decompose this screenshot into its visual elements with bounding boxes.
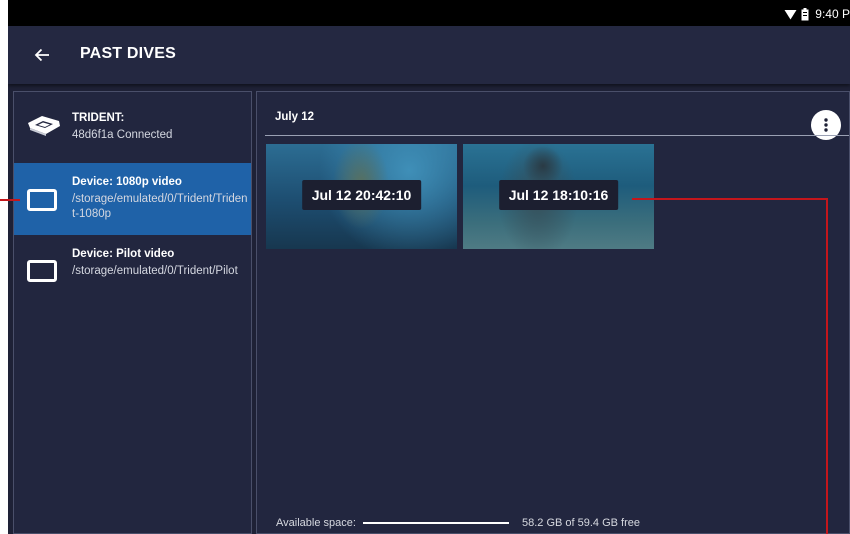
- callout-line: [0, 199, 20, 201]
- storage-bar: [363, 522, 509, 524]
- device-subtitle: 48d6f1a Connected: [72, 129, 173, 141]
- wifi-icon: [784, 9, 797, 19]
- app-bar: PAST DIVES: [8, 26, 850, 84]
- device-icon: [27, 189, 57, 211]
- app-screen: 9:40 P PAST DIVES TRIDENT: 48d6f1a Conne…: [8, 0, 850, 534]
- date-divider: [265, 135, 849, 136]
- device-title: TRIDENT:: [72, 112, 125, 124]
- dive-thumbnail[interactable]: Jul 12 20:42:10: [266, 144, 457, 249]
- battery-icon: [801, 7, 809, 20]
- dives-panel: July 12 Jul 12 20:42:10 Jul 12 18:10:16 …: [256, 91, 850, 534]
- device-subtitle: /storage/emulated/0/Trident/Trident-1080…: [72, 193, 248, 220]
- status-time: 9:40 P: [815, 7, 850, 21]
- status-icons: 9:40 P: [784, 7, 850, 21]
- dive-timestamp: Jul 12 18:10:16: [498, 180, 619, 210]
- device-item-1080p[interactable]: Device: 1080p video /storage/emulated/0/…: [14, 163, 251, 235]
- dive-thumbnail[interactable]: Jul 12 18:10:16: [463, 144, 654, 249]
- device-subtitle: /storage/emulated/0/Trident/Pilot: [72, 265, 238, 277]
- back-button[interactable]: [28, 41, 56, 69]
- device-icon: [27, 260, 57, 282]
- more-vert-icon: [824, 118, 828, 132]
- device-title: Device: 1080p video: [72, 176, 182, 188]
- callout-line: [632, 198, 828, 200]
- dive-timestamp: Jul 12 20:42:10: [301, 180, 422, 210]
- arrow-left-icon: [34, 48, 49, 62]
- device-item-trident[interactable]: TRIDENT: 48d6f1a Connected: [14, 92, 251, 163]
- drone-icon: [28, 116, 60, 136]
- page-title: PAST DIVES: [80, 45, 176, 62]
- status-bar: 9:40 P: [8, 0, 850, 26]
- storage-value: 58.2 GB of 59.4 GB free: [522, 517, 641, 529]
- callout-line: [826, 198, 828, 534]
- device-title: Device: Pilot video: [72, 248, 175, 260]
- device-item-pilot[interactable]: Device: Pilot video /storage/emulated/0/…: [14, 235, 251, 307]
- device-sidebar: TRIDENT: 48d6f1a Connected Device: 1080p…: [13, 91, 252, 534]
- storage-label: Available space:: [276, 517, 356, 529]
- date-header: July 12: [275, 111, 314, 123]
